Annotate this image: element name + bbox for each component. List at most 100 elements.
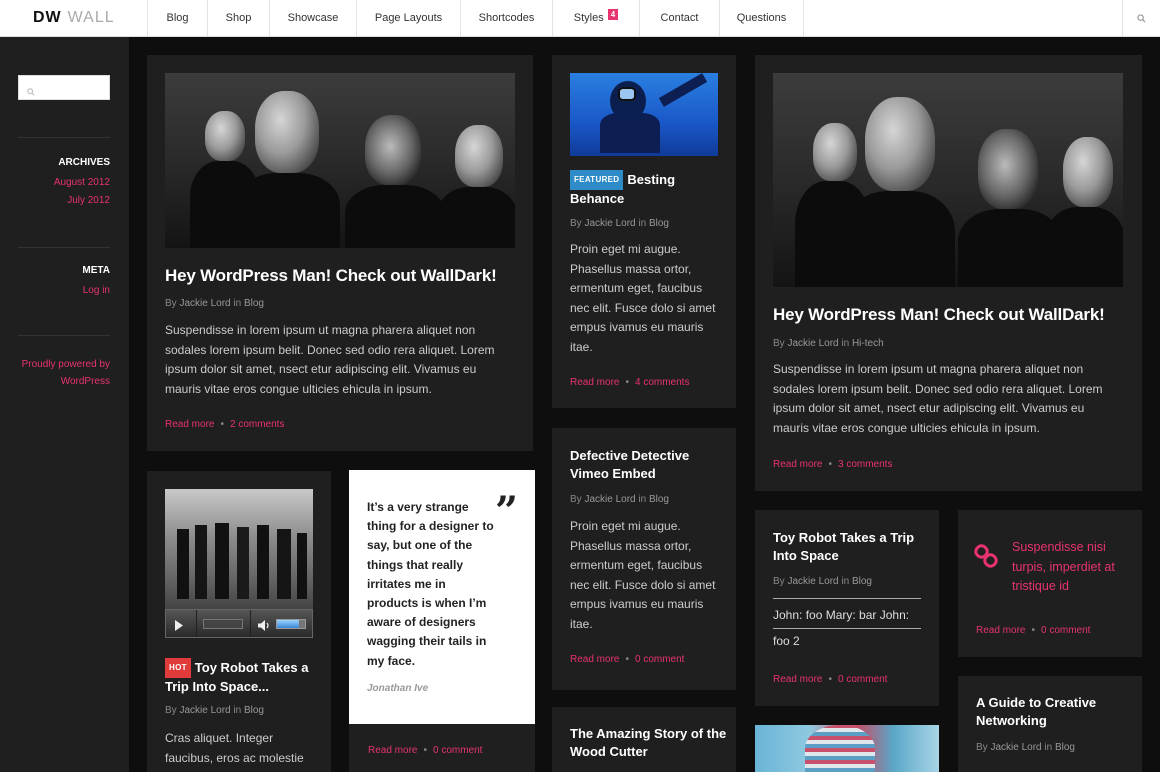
site-logo[interactable]: DW WALL: [0, 0, 148, 36]
archive-link[interactable]: July 2012: [67, 195, 110, 206]
volume-slider[interactable]: [276, 619, 306, 629]
quote-author: Jonathan Ive: [367, 683, 429, 694]
post-card: Toy Robot Takes a Trip Into Space By Jac…: [755, 510, 939, 706]
archives-heading: ARCHIVES: [58, 157, 110, 168]
post-title[interactable]: Toy Robot Takes a Trip Into Space: [773, 529, 921, 565]
nav-contact[interactable]: Contact: [640, 0, 720, 36]
post-card: HOT Toy Robot Takes a Trip Into Space... …: [147, 471, 331, 772]
nav-label: Shortcodes: [478, 12, 535, 24]
comments-link[interactable]: 4 comments: [635, 377, 689, 388]
post-footer: Read more • 3 comments: [773, 459, 893, 470]
post-footer: Read more • 2 comments: [165, 419, 285, 430]
band-photo[interactable]: [165, 489, 313, 609]
link-post-text[interactable]: Suspendisse nisi turpis, imperdiet at tr…: [1012, 538, 1130, 597]
author-link[interactable]: Jackie Lord: [584, 494, 635, 505]
post-title[interactable]: Hey WordPress Man! Check out WallDark!: [165, 265, 515, 287]
category-link[interactable]: Hi-tech: [852, 338, 884, 349]
audio-player: [165, 609, 313, 638]
read-more-link[interactable]: Read more: [773, 674, 822, 685]
quote-text: It’s a very strange thing for a designer…: [367, 500, 494, 668]
meta-prefix: By: [773, 338, 785, 349]
comments-link[interactable]: 3 comments: [838, 459, 892, 470]
quote-icon: ”: [495, 488, 519, 535]
band-photo[interactable]: [773, 73, 1123, 287]
nav-styles[interactable]: Styles 4: [553, 0, 640, 36]
author-link[interactable]: Jackie Lord: [787, 338, 838, 349]
archive-link[interactable]: August 2012: [54, 177, 110, 188]
comments-link[interactable]: 0 comment: [1041, 625, 1090, 636]
category-link[interactable]: Blog: [852, 576, 872, 587]
volume-icon[interactable]: [258, 618, 271, 636]
post-title[interactable]: The Amazing Story of the Wood Cutter: [570, 725, 730, 761]
read-more-link[interactable]: Read more: [570, 654, 619, 665]
read-more-link[interactable]: Read more: [773, 459, 822, 470]
meta-in: in: [841, 338, 850, 349]
meta-prefix: By: [165, 705, 177, 716]
top-navigation: DW WALL Blog Shop Showcase Page Layouts …: [0, 0, 1160, 37]
read-more-link[interactable]: Read more: [976, 625, 1025, 636]
progress-bar[interactable]: [203, 619, 243, 629]
nav-shortcodes[interactable]: Shortcodes: [461, 0, 553, 36]
post-footer: Read more • 0 comment: [976, 625, 1091, 636]
category-link[interactable]: Blog: [244, 298, 264, 309]
wordpress-link[interactable]: WordPress: [61, 376, 110, 387]
comments-link[interactable]: 0 comment: [635, 654, 684, 665]
diver-photo[interactable]: [570, 73, 718, 156]
divider: [773, 628, 921, 629]
comments-link[interactable]: 2 comments: [230, 419, 284, 430]
sidebar-search-input[interactable]: [18, 75, 110, 100]
login-link[interactable]: Log in: [83, 285, 110, 296]
post-title[interactable]: Defective Detective Vimeo Embed: [570, 447, 720, 483]
logo-part-1: DW: [33, 9, 62, 26]
post-title[interactable]: Hey WordPress Man! Check out WallDark!: [773, 304, 1123, 326]
band-photo[interactable]: [165, 73, 515, 248]
comments-link[interactable]: 0 comment: [433, 745, 482, 756]
meta-prefix: By: [165, 298, 177, 309]
post-excerpt: Suspendisse in lorem ipsum ut magna phar…: [773, 362, 1103, 435]
post-card: Defective Detective Vimeo Embed By Jacki…: [552, 428, 736, 690]
author-link[interactable]: Jackie Lord: [990, 742, 1041, 753]
post-title[interactable]: FEATURED Besting Behance: [570, 170, 718, 208]
post-meta: By Jackie Lord in Blog: [570, 494, 669, 505]
nav-blog[interactable]: Blog: [148, 0, 208, 36]
author-link[interactable]: Jackie Lord: [179, 298, 230, 309]
meta-in: in: [233, 705, 242, 716]
nav-shop[interactable]: Shop: [208, 0, 270, 36]
divider: [18, 137, 110, 138]
post-title[interactable]: HOT Toy Robot Takes a Trip Into Space...: [165, 658, 315, 696]
read-more-link[interactable]: Read more: [165, 419, 214, 430]
logo-part-2: WALL: [67, 9, 115, 26]
post-title[interactable]: A Guide to Creative Networking: [976, 694, 1126, 730]
play-icon[interactable]: [174, 618, 184, 636]
link-icon: [974, 544, 998, 573]
comments-link[interactable]: 0 comment: [838, 674, 887, 685]
sidebar: ARCHIVES August 2012 July 2012 META Log …: [0, 37, 129, 772]
category-link[interactable]: Blog: [1055, 742, 1075, 753]
post-footer: Read more • 0 comment: [570, 654, 685, 665]
nav-questions[interactable]: Questions: [720, 0, 804, 36]
divider: [18, 335, 110, 336]
nav-page-layouts[interactable]: Page Layouts: [357, 0, 461, 36]
post-excerpt: Proin eget mi augue. Phasellus massa ort…: [570, 242, 716, 354]
author-link[interactable]: Jackie Lord: [584, 218, 635, 229]
search-icon[interactable]: [1122, 0, 1160, 36]
category-link[interactable]: Blog: [649, 494, 669, 505]
read-more-link[interactable]: Read more: [570, 377, 619, 388]
meta-in: in: [1044, 742, 1053, 753]
read-more-link[interactable]: Read more: [368, 745, 417, 756]
nav-label: Contact: [660, 12, 699, 24]
author-link[interactable]: Jackie Lord: [787, 576, 838, 587]
quote-card: It’s a very strange thing for a designer…: [349, 470, 535, 724]
post-meta: By Jackie Lord in Blog: [165, 298, 264, 309]
category-link[interactable]: Blog: [649, 218, 669, 229]
post-image[interactable]: [755, 725, 939, 772]
post-card: A Guide to Creative Networking By Jackie…: [958, 676, 1142, 772]
author-link[interactable]: Jackie Lord: [179, 705, 230, 716]
nav-showcase[interactable]: Showcase: [270, 0, 357, 36]
meta-heading: META: [82, 265, 110, 276]
meta-prefix: By: [773, 576, 785, 587]
powered-by-text: Proudly powered by: [21, 359, 110, 370]
post-meta: By Jackie Lord in Blog: [976, 742, 1075, 753]
meta-in: in: [841, 576, 850, 587]
category-link[interactable]: Blog: [244, 705, 264, 716]
